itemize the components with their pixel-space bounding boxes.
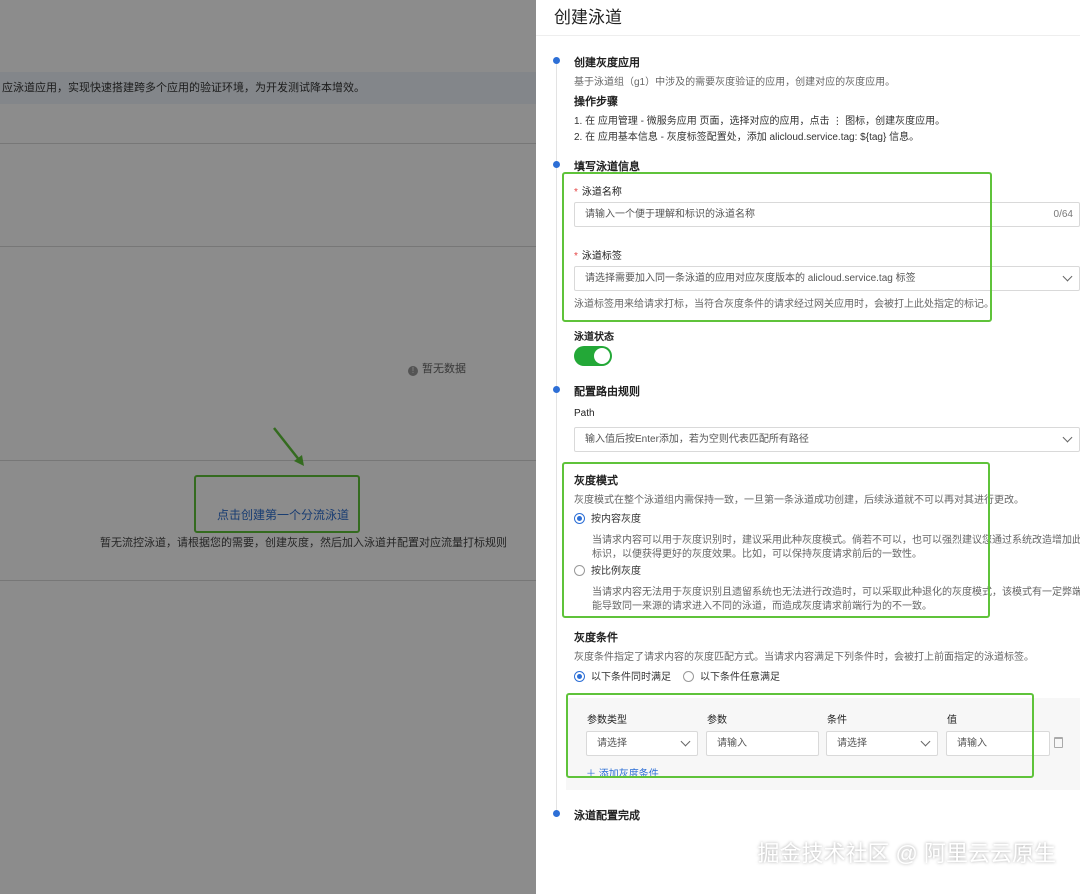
step-title-route-rules: 配置路由规则 <box>574 386 640 398</box>
step-dot <box>553 57 560 64</box>
highlight-box <box>562 462 990 618</box>
chevron-down-icon <box>1062 271 1073 282</box>
path-label: Path <box>574 408 595 419</box>
radio-match-all[interactable]: 以下条件同时满足 <box>574 668 671 683</box>
radio-match-any[interactable]: 以下条件任意满足 <box>683 668 780 683</box>
modal-mask[interactable] <box>0 0 536 894</box>
watermark: 掘金技术社区 @ 阿里云云原生 <box>757 841 1056 866</box>
divider <box>536 35 1080 36</box>
highlight-box <box>562 172 992 322</box>
create-lane-drawer: 创建泳道 创建灰度应用 基于泳道组（g1）中涉及的需要灰度验证的应用，创建对应的… <box>536 0 1080 894</box>
gray-condition-desc: 灰度条件指定了请求内容的灰度匹配方式。当请求内容满足下列条件时，会被打上前面指定… <box>574 652 1034 663</box>
radio-selected-icon <box>574 671 585 682</box>
op-step-1: 1. 在 应用管理 - 微服务应用 页面，选择对应的应用，点击 ⋮ 图标，创建灰… <box>574 116 946 127</box>
step-title-create-gray-app: 创建灰度应用 <box>574 57 640 69</box>
chevron-down-icon <box>1062 432 1073 443</box>
toggle-knob <box>594 348 610 364</box>
ops-title: 操作步骤 <box>574 96 618 108</box>
char-count: 0/64 <box>1053 209 1073 220</box>
gray-condition-title: 灰度条件 <box>574 632 618 644</box>
drawer-title: 创建泳道 <box>554 8 622 27</box>
path-input[interactable]: 输入值后按Enter添加，若为空则代表匹配所有路径 <box>574 427 1080 452</box>
step-title-done: 泳道配置完成 <box>574 810 640 822</box>
lane-status-toggle[interactable] <box>574 346 612 366</box>
highlight-box <box>566 693 1034 778</box>
trash-icon[interactable] <box>1054 737 1063 748</box>
step-dot <box>553 386 560 393</box>
step-dot <box>553 161 560 168</box>
op-step-2: 2. 在 应用基本信息 - 灰度标签配置处，添加 alicloud.servic… <box>574 132 920 143</box>
step-desc: 基于泳道组（g1）中涉及的需要灰度验证的应用，创建对应的灰度应用。 <box>574 77 896 88</box>
lane-status-label: 泳道状态 <box>574 332 614 343</box>
step-dot <box>553 810 560 817</box>
radio-unselected-icon <box>683 671 694 682</box>
step-timeline <box>556 60 557 812</box>
